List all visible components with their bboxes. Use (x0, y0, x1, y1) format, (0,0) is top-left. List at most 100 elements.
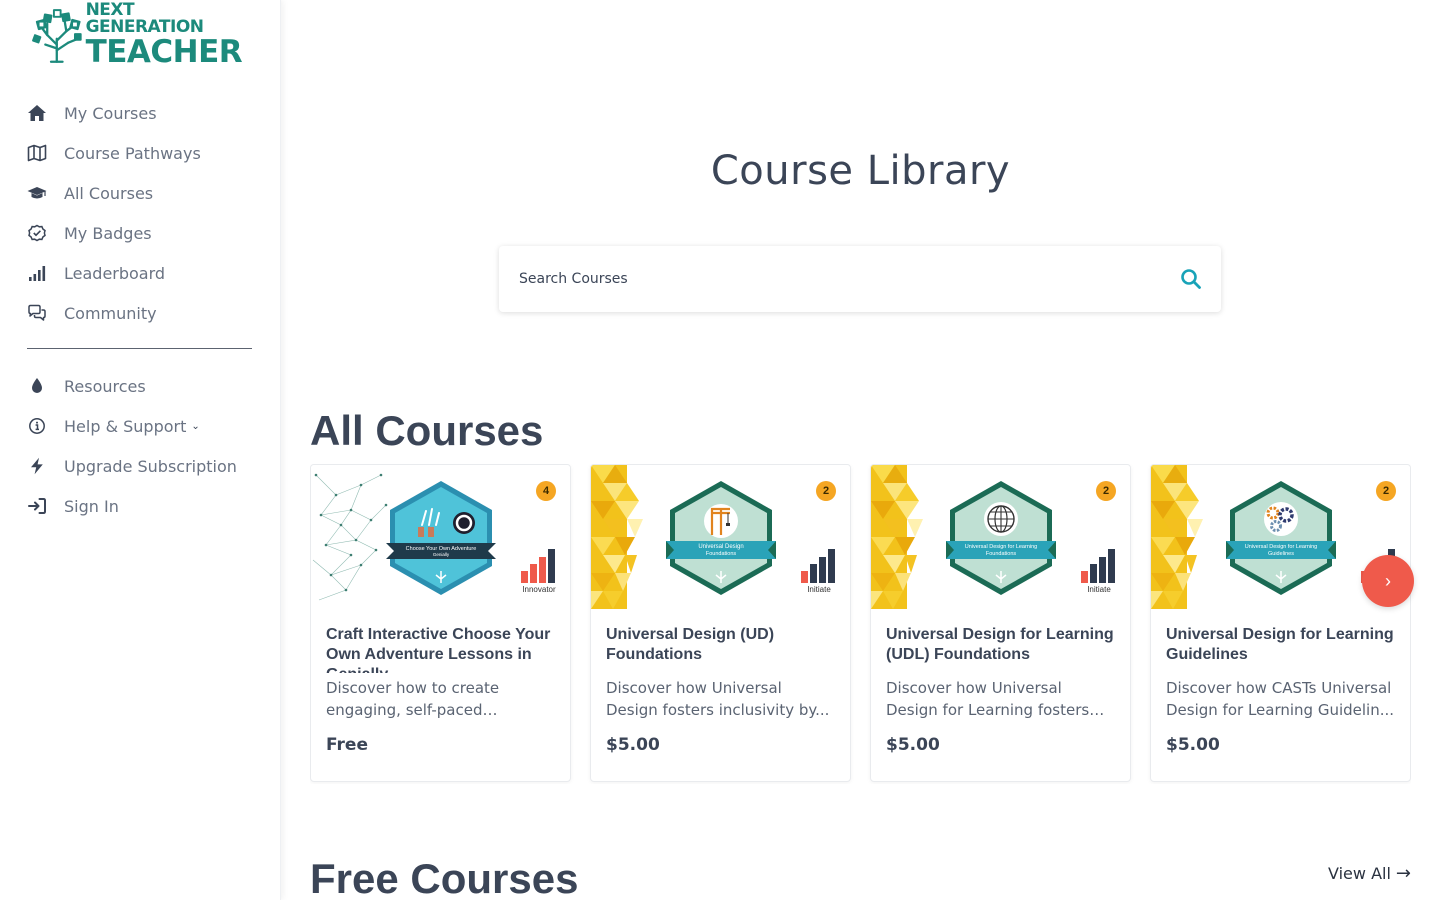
chevron-down-icon: ⌄ (191, 420, 200, 432)
brand-line2: TEACHER (85, 34, 243, 70)
course-thumbnail: Universal Design Foundations 2 Initiate (591, 465, 850, 609)
badge-subtext: Genially (433, 552, 450, 557)
search-input[interactable]: Search Courses (519, 271, 1179, 287)
sign-in-icon (27, 496, 49, 516)
graduation-cap-icon (27, 183, 49, 203)
map-icon (27, 143, 49, 163)
level-label: Innovator (522, 585, 556, 594)
sidebar-item-label: Course Pathways (64, 143, 201, 163)
sidebar-item-all-courses[interactable]: All Courses (27, 173, 257, 213)
card-body: Universal Design (UD) Foundations Discov… (591, 609, 850, 755)
course-badge-icon: Universal Design for Learning Guidelines (1226, 481, 1336, 595)
sidebar: NEXT GENERATION TEACHER My Courses Cours… (0, 0, 281, 900)
card-body: Universal Design for Learning Guidelines… (1151, 609, 1410, 755)
course-price: $5.00 (606, 735, 660, 755)
course-price: $5.00 (1166, 735, 1220, 755)
home-icon (27, 103, 49, 123)
sidebar-item-label: Resources (64, 376, 146, 396)
sidebar-item-help-support[interactable]: Help & Support ⌄ (27, 406, 257, 446)
tree-logo-icon (32, 9, 82, 63)
course-description: Discover how CASTs Universal Design for … (1166, 679, 1395, 719)
level-bars-icon (801, 549, 835, 583)
view-all-link[interactable]: View All → (1328, 863, 1411, 884)
badge-text: Universal Design for Learning (965, 544, 1037, 550)
sidebar-item-leaderboard[interactable]: Leaderboard (27, 253, 257, 293)
level-number-badge: 2 (1096, 481, 1116, 501)
level-number-badge: 2 (1376, 481, 1396, 501)
badge-text: Universal Design (698, 544, 743, 550)
course-thumbnail: Choose Your Own Adventure Genially 4 Inn… (311, 465, 570, 609)
level-number-badge: 2 (816, 481, 836, 501)
badge-subtext: Foundations (706, 551, 737, 557)
course-title[interactable]: Universal Design for Learning (UDL) Foun… (886, 625, 1115, 665)
all-courses-heading: All Courses (310, 407, 544, 454)
sidebar-item-label: All Courses (64, 183, 154, 203)
info-circle-icon (27, 416, 49, 436)
course-card[interactable]: Universal Design Foundations 2 Initiate (590, 464, 851, 782)
badge-subtext: Guidelines (1268, 551, 1294, 557)
badge-subtext: Foundations (986, 551, 1017, 557)
page-title: Course Library (710, 148, 1011, 194)
course-price: $5.00 (886, 735, 940, 755)
app-root: NEXT GENERATION TEACHER My Courses Cours… (0, 0, 1440, 900)
free-courses-heading: Free Courses (310, 855, 579, 900)
sidebar-item-resources[interactable]: Resources (27, 366, 257, 406)
yellow-triangle-pattern-icon (871, 465, 923, 609)
search-icon[interactable] (1179, 267, 1203, 291)
secondary-nav: Resources Help & Support ⌄ Upgrade Subsc… (27, 366, 257, 526)
carousel-next-button[interactable]: › (1362, 555, 1414, 607)
bolt-icon (27, 456, 49, 476)
course-badge-icon: Choose Your Own Adventure Genially (386, 481, 496, 595)
level-label: Initiate (1087, 585, 1111, 594)
level-bars-icon (1081, 549, 1115, 583)
sidebar-item-label: Upgrade Subscription (64, 456, 237, 476)
brand-wordmark: NEXT GENERATION TEACHER (86, 2, 250, 68)
course-price: Free (326, 735, 368, 755)
sidebar-item-my-badges[interactable]: My Badges (27, 213, 257, 253)
sidebar-item-label: Help & Support (64, 416, 187, 436)
sidebar-item-label: My Courses (64, 103, 157, 123)
course-title[interactable]: Craft Interactive Choose Your Own Advent… (326, 625, 555, 673)
droplet-icon (27, 376, 49, 396)
course-description: Discover how Universal Design fosters in… (606, 679, 830, 719)
course-badge-icon: Universal Design Foundations (666, 481, 776, 595)
sidebar-item-my-courses[interactable]: My Courses (27, 93, 257, 133)
badge-text: Universal Design for Learning (1245, 544, 1317, 550)
level-label: Initiate (807, 585, 831, 594)
course-card[interactable]: Universal Design for Learning Guidelines… (1150, 464, 1411, 782)
card-body: Craft Interactive Choose Your Own Advent… (311, 609, 570, 755)
card-body: Universal Design for Learning (UDL) Foun… (871, 609, 1130, 755)
yellow-triangle-pattern-icon (591, 465, 643, 609)
sidebar-item-sign-in[interactable]: Sign In (27, 486, 257, 526)
badge-check-icon (27, 223, 49, 243)
network-pattern-icon (312, 473, 388, 601)
sidebar-item-label: My Badges (64, 223, 152, 243)
course-title[interactable]: Universal Design (UD) Foundations (606, 625, 835, 665)
sidebar-item-upgrade-subscription[interactable]: Upgrade Subscription (27, 446, 257, 486)
sidebar-item-label: Community (64, 303, 157, 323)
sidebar-item-label: Leaderboard (64, 263, 166, 283)
brand-logo[interactable]: NEXT GENERATION TEACHER (30, 2, 250, 68)
yellow-triangle-pattern-icon (1151, 465, 1203, 609)
primary-nav: My Courses Course Pathways All Courses M… (27, 93, 257, 333)
course-title[interactable]: Universal Design for Learning Guidelines (1166, 625, 1395, 665)
sidebar-item-course-pathways[interactable]: Course Pathways (27, 133, 257, 173)
search-bar[interactable]: Search Courses (499, 246, 1221, 312)
arrow-right-icon: → (1395, 863, 1411, 884)
course-card[interactable]: Universal Design for Learning Foundation… (870, 464, 1131, 782)
course-description: Discover how Universal Design for Learni… (886, 679, 1090, 719)
chat-bubbles-icon (27, 303, 49, 323)
level-bars-icon (521, 549, 555, 583)
main-content: Course Library Search Courses All Course… (281, 0, 1440, 900)
course-description: Discover how to create engaging, self-pa… (326, 679, 500, 719)
sidebar-item-label: Sign In (64, 496, 119, 516)
view-all-label: View All (1328, 864, 1391, 883)
course-thumbnail: Universal Design for Learning Foundation… (871, 465, 1130, 609)
brand-line1: NEXT GENERATION (85, 0, 204, 37)
sidebar-divider (27, 348, 252, 349)
course-badge-icon: Universal Design for Learning Foundation… (946, 481, 1056, 595)
chevron-right-icon: › (1385, 570, 1391, 591)
course-card[interactable]: Choose Your Own Adventure Genially 4 Inn… (310, 464, 571, 782)
course-carousel: Choose Your Own Adventure Genially 4 Inn… (310, 464, 1411, 784)
sidebar-item-community[interactable]: Community (27, 293, 257, 333)
